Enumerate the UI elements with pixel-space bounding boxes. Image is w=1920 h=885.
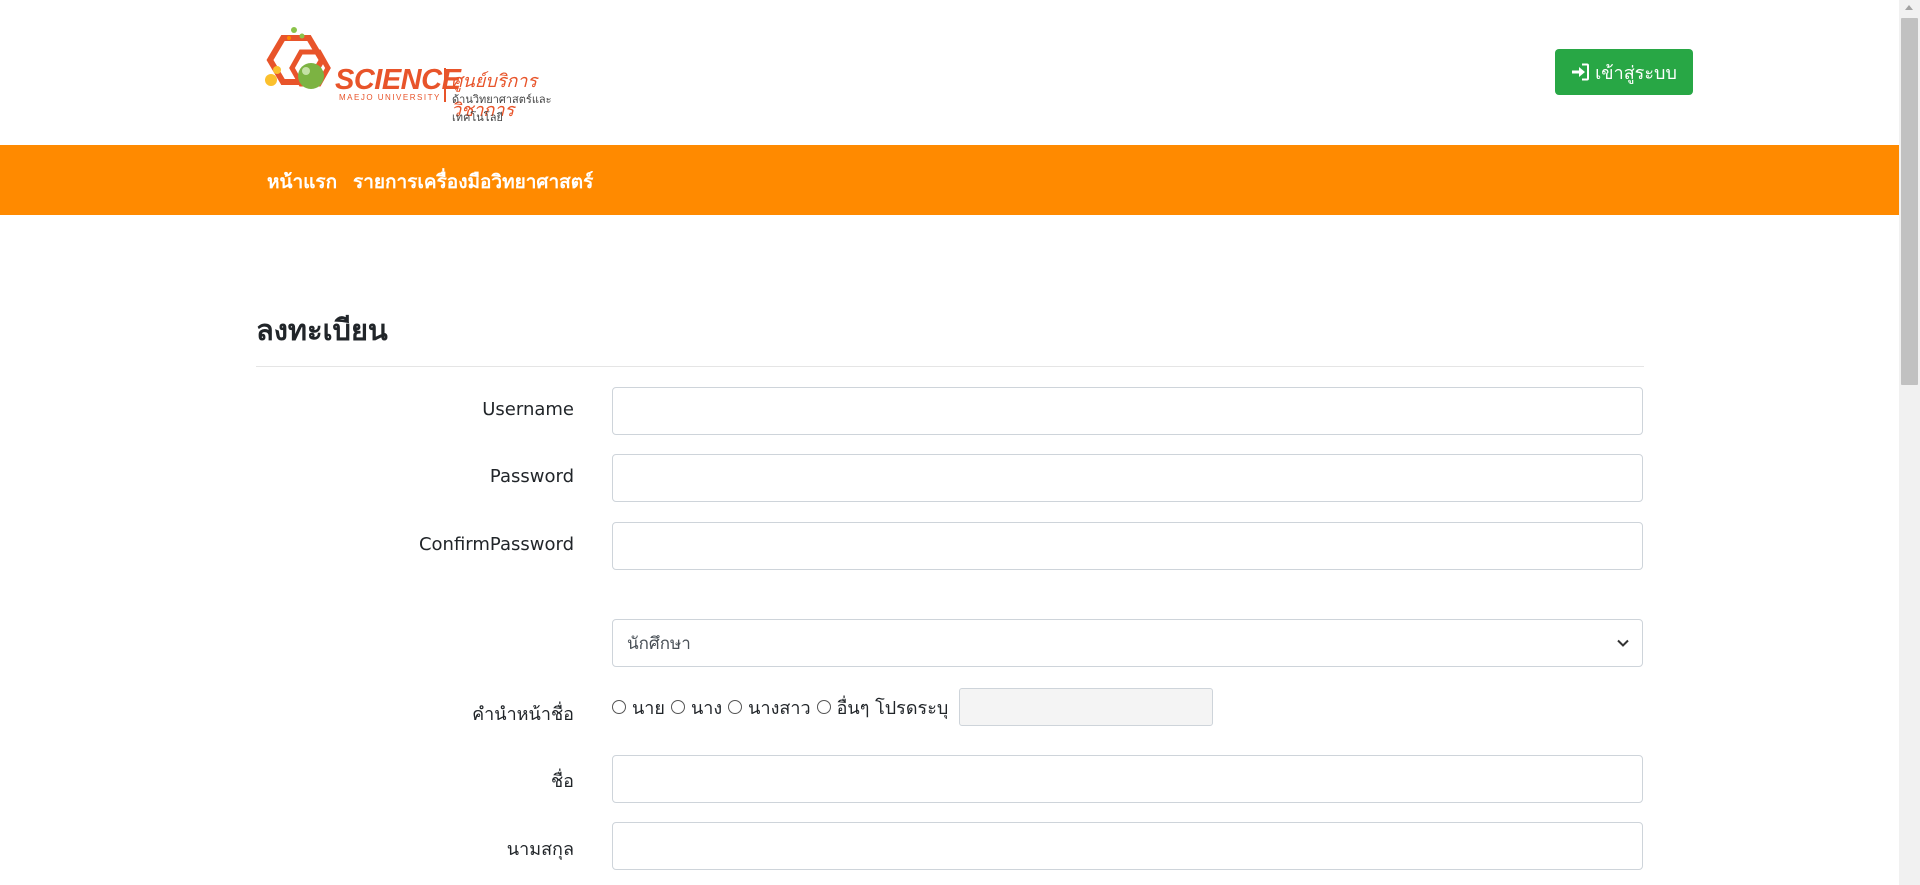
last-name-input[interactable] — [612, 822, 1643, 870]
user-type-select[interactable]: นักศึกษา — [612, 619, 1643, 667]
login-button[interactable]: เข้าสู่ระบบ — [1555, 49, 1693, 95]
title-divider — [256, 366, 1644, 367]
prefix-radio-mr[interactable] — [612, 700, 626, 714]
first-name-label: ชื่อ — [550, 771, 574, 792]
logo-divider — [444, 68, 446, 102]
chevron-down-icon — [1617, 639, 1629, 647]
prefix-radio-miss[interactable] — [728, 700, 743, 714]
science-logo[interactable]: SCIENCE MAEJO UNIVERSITY ศูนย์บริการวิชา… — [261, 24, 596, 124]
sign-in-icon — [1571, 63, 1590, 81]
nav-item-home[interactable]: หน้าแรก — [267, 167, 337, 197]
confirm-password-label: ConfirmPassword — [418, 534, 574, 555]
prefix-option-label: นาง — [690, 697, 723, 719]
prefix-other-input[interactable] — [959, 688, 1214, 726]
username-input[interactable] — [612, 387, 1643, 435]
first-name-input[interactable] — [612, 755, 1643, 803]
prefix-radio-other[interactable] — [816, 700, 831, 714]
page-scrollbar[interactable] — [1899, 0, 1920, 885]
prefix-option-label: นางสาว — [748, 697, 811, 719]
prefix-option-label: นาย — [632, 697, 665, 719]
password-input[interactable] — [612, 454, 1643, 502]
logo-thai-subtitle: ด้านวิทยาศาสตร์และเทคโนโลยี — [452, 93, 552, 124]
password-label: Password — [489, 466, 574, 487]
prefix-option-label: อื่นๆ โปรดระบุ — [836, 697, 949, 719]
username-label: Username — [482, 399, 574, 420]
scrollbar-thumb[interactable] — [1901, 18, 1918, 385]
site-header: SCIENCE MAEJO UNIVERSITY ศูนย์บริการวิชา… — [0, 0, 1899, 145]
user-type-selected: นักศึกษา — [627, 633, 691, 654]
logo-brand-subtext: MAEJO UNIVERSITY — [339, 93, 441, 102]
scroll-up-arrow-icon[interactable] — [1905, 5, 1913, 10]
prefix-label: คำนำหน้าชื่อ — [472, 704, 574, 725]
login-button-label: เข้าสู่ระบบ — [1595, 62, 1677, 84]
prefix-radio-group: นาย นาง นางสาว อื่นๆ โปรดระบุ — [612, 688, 1214, 726]
main-nav: หน้าแรก รายการเครื่องมือวิทยาศาสตร์ — [0, 145, 1899, 215]
prefix-radio-mrs[interactable] — [670, 700, 685, 714]
page-title: ลงทะเบียน — [256, 313, 388, 347]
confirm-password-input[interactable] — [612, 522, 1643, 570]
last-name-label: นามสกุล — [506, 839, 574, 860]
nav-item-instruments[interactable]: รายการเครื่องมือวิทยาศาสตร์ — [353, 167, 593, 197]
